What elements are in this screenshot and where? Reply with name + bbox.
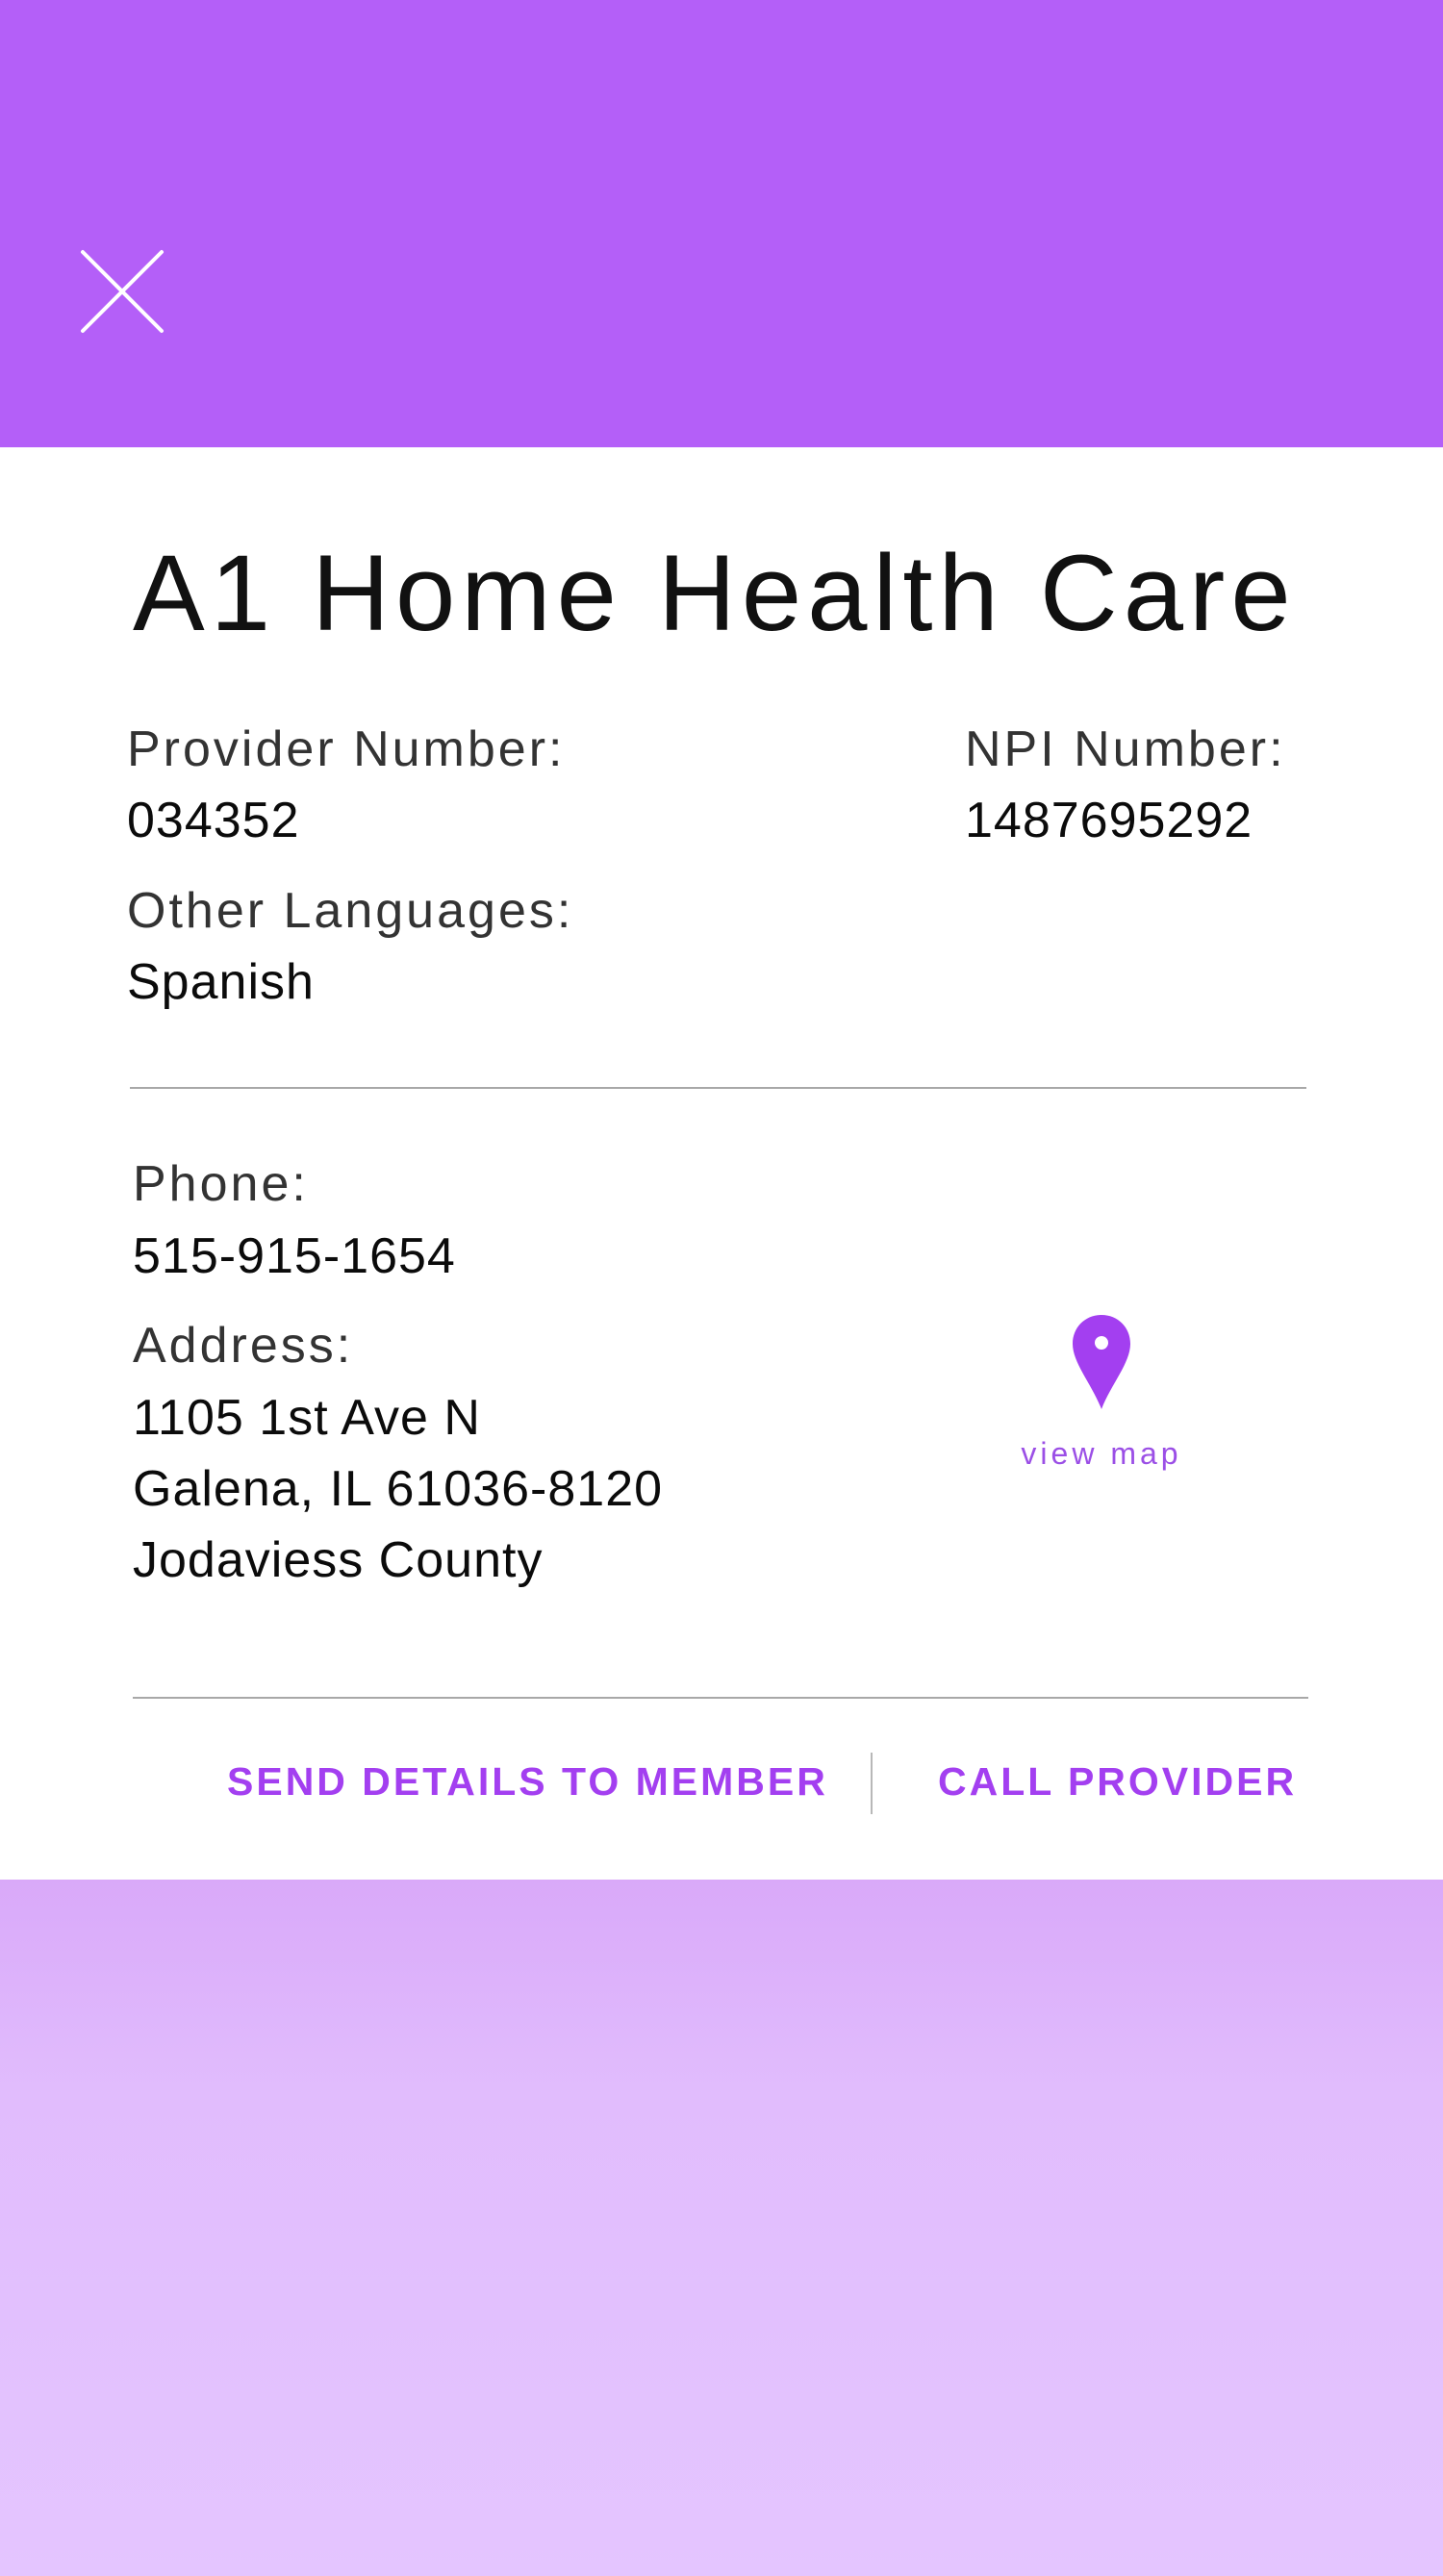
address-label: Address:	[133, 1318, 354, 1374]
call-provider-button[interactable]: CALL PROVIDER	[938, 1759, 1297, 1805]
view-map-label: view map	[1021, 1436, 1182, 1471]
actions-separator	[871, 1753, 873, 1814]
close-icon	[81, 250, 164, 333]
phone-label: Phone:	[133, 1156, 309, 1212]
background-overlay	[0, 1880, 1443, 2576]
phone-value: 515-915-1654	[133, 1228, 456, 1284]
close-button[interactable]	[79, 248, 165, 335]
map-pin-icon	[1073, 1315, 1130, 1409]
address-line-2: Galena, IL 61036-8120	[133, 1461, 664, 1517]
section-divider	[130, 1087, 1306, 1089]
view-map-link[interactable]: view map	[1015, 1313, 1188, 1486]
send-details-button[interactable]: SEND DETAILS TO MEMBER	[227, 1759, 828, 1805]
provider-number-label: Provider Number:	[127, 721, 566, 777]
address-line-3: Jodaviess County	[133, 1532, 544, 1588]
npi-number-label: NPI Number:	[965, 721, 1286, 777]
provider-number-value: 034352	[127, 793, 300, 848]
other-languages-value: Spanish	[127, 954, 315, 1010]
provider-name: A1 Home Health Care	[133, 533, 1297, 653]
actions-divider	[133, 1697, 1308, 1699]
header-bar	[0, 0, 1443, 447]
npi-number-value: 1487695292	[965, 793, 1253, 848]
other-languages-label: Other Languages:	[127, 883, 574, 939]
address-line-1: 1105 1st Ave N	[133, 1390, 481, 1446]
